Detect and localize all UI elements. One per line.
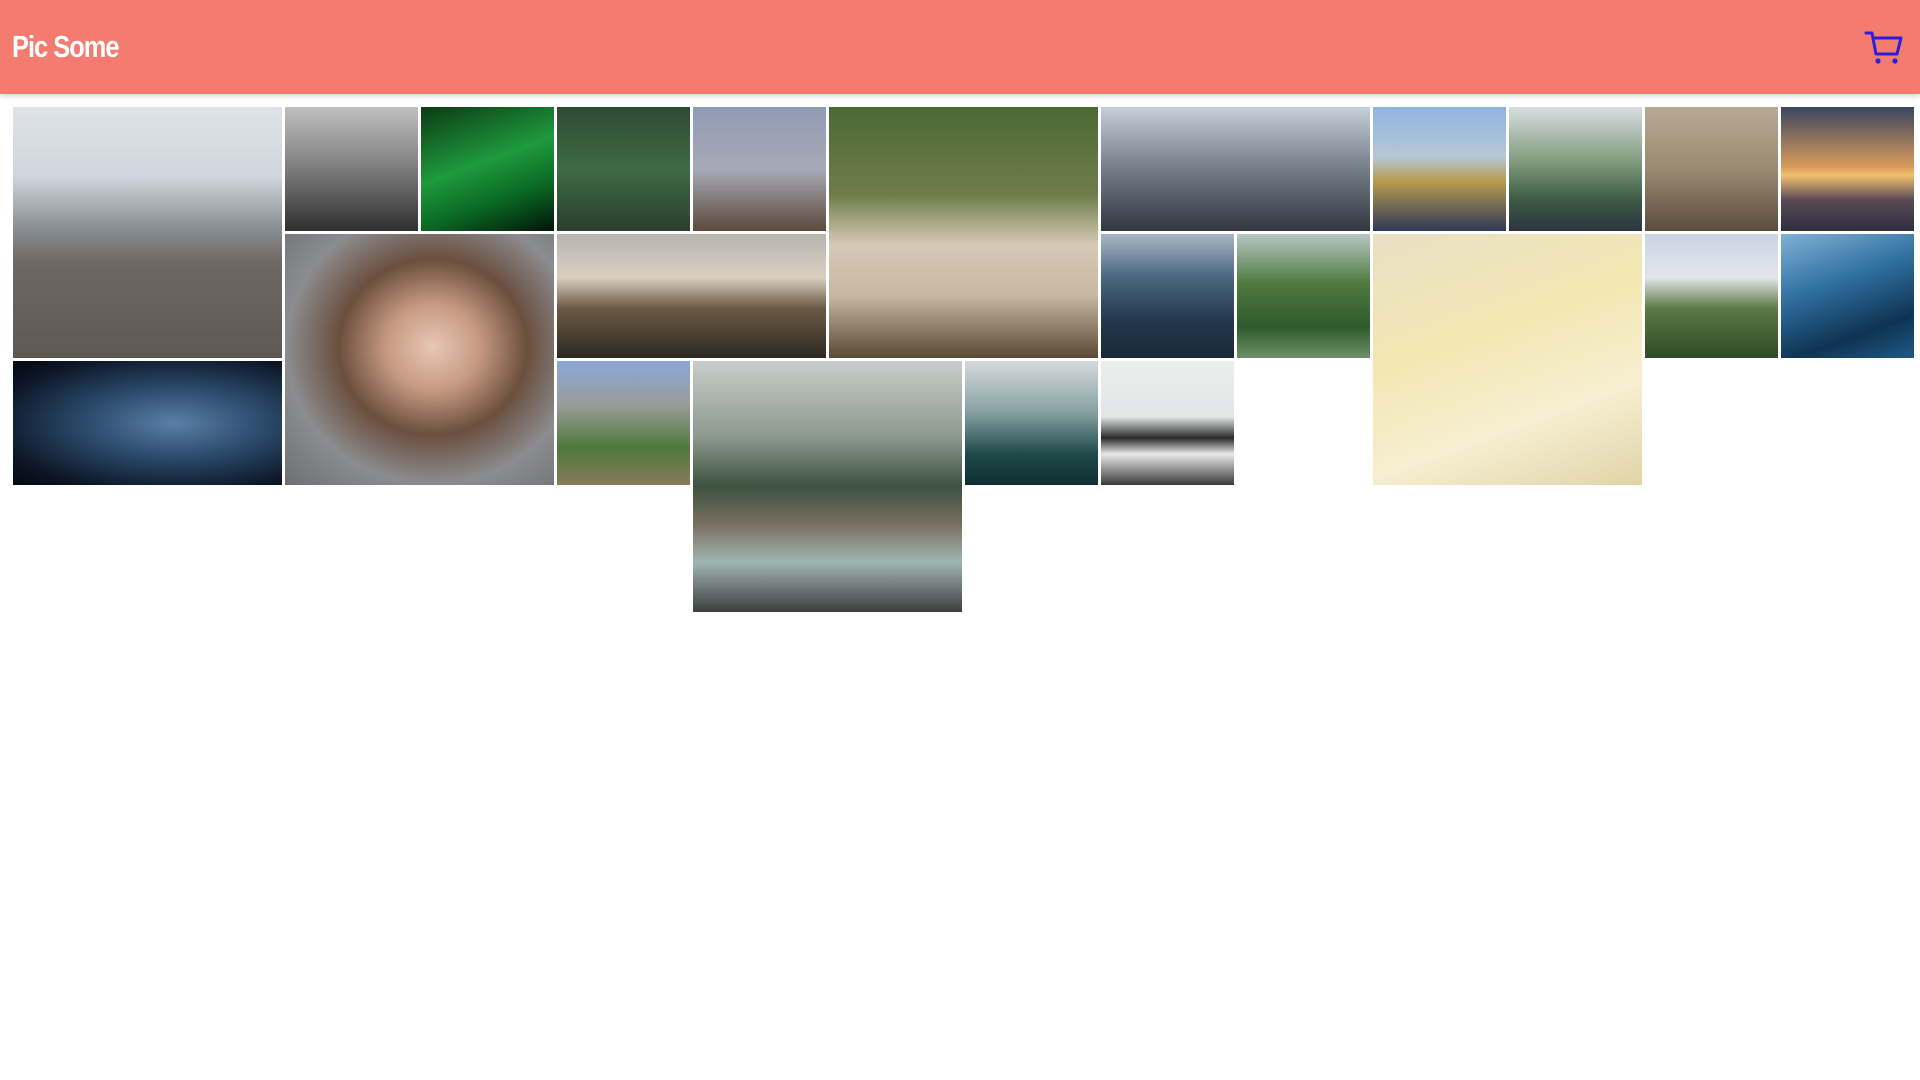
photo-river-hiker[interactable] [693,361,962,612]
shopping-cart-icon[interactable] [1864,27,1904,67]
photo-woman-portrait[interactable] [285,234,554,485]
photo-castle[interactable] [1645,234,1778,358]
photo-star-trails[interactable] [13,361,282,485]
photo-skyscraper[interactable] [1101,107,1370,231]
photo-sea-stack[interactable] [1101,361,1234,485]
photo-blue-wave[interactable] [1781,234,1914,358]
photo-bear[interactable] [13,107,282,358]
photo-pine-forest[interactable] [557,107,690,231]
photo-city-park[interactable] [1509,107,1642,231]
photo-sunset-rails[interactable] [1781,107,1914,231]
photo-pug-in-blanket[interactable] [829,107,1098,358]
brand-title[interactable]: Pic Some [12,29,120,65]
photo-ocean-waves[interactable] [1101,234,1234,358]
photo-eagle[interactable] [693,107,826,231]
photo-grid [13,107,1914,612]
photo-aurora[interactable] [421,107,554,231]
photo-misty-cliffs[interactable] [965,361,1098,485]
photo-yosemite-valley[interactable] [557,361,690,485]
app-header: Pic Some [0,0,1920,94]
photo-waterfall[interactable] [1237,234,1370,358]
photo-misty-forest[interactable] [285,107,418,231]
photo-half-dome-sunrise[interactable] [557,234,826,358]
photo-feet-in-field[interactable] [1373,107,1506,231]
photo-dreamcatcher[interactable] [1373,234,1642,485]
photo-dead-trees[interactable] [1645,107,1778,231]
